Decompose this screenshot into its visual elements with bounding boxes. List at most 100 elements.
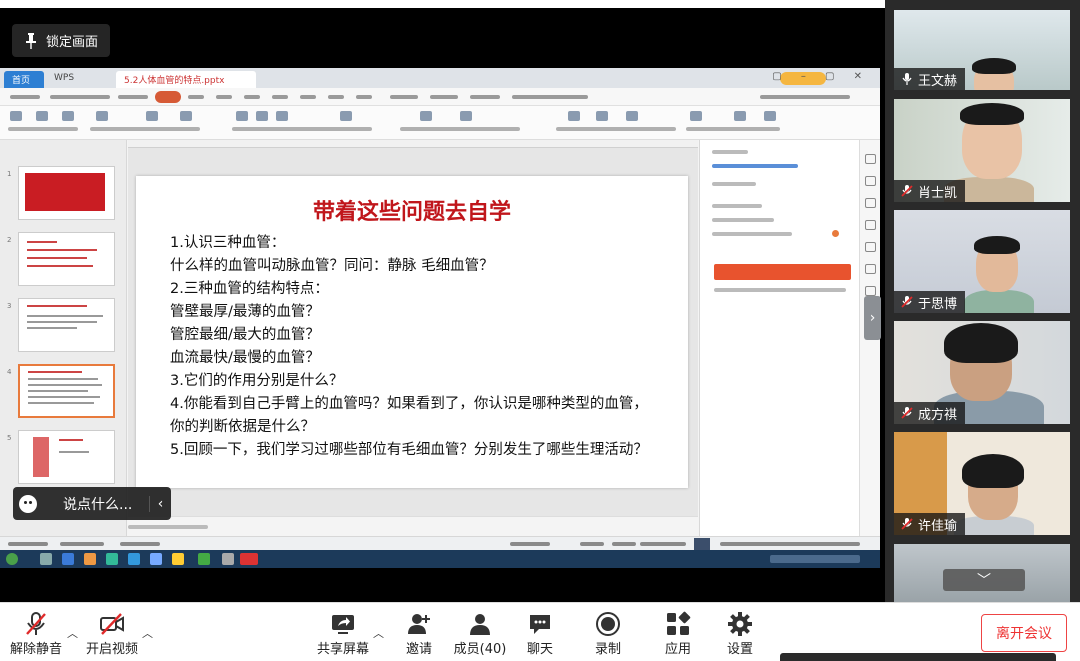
tab-wps[interactable]: WPS	[46, 71, 112, 88]
taskbar-icon[interactable]	[198, 553, 210, 565]
slide-thumbnail-current[interactable]	[18, 364, 115, 418]
cut-icon[interactable]	[36, 111, 48, 121]
menu-item[interactable]	[328, 95, 344, 99]
menu-item[interactable]	[390, 95, 418, 99]
settings-button[interactable]: 设置	[724, 610, 756, 657]
tool-icon[interactable]	[865, 220, 876, 230]
italic-icon[interactable]	[256, 111, 268, 121]
collab-controls[interactable]	[760, 95, 850, 99]
wps-taskbar-icon[interactable]	[240, 553, 258, 565]
start-video-button[interactable]: 开启视频	[84, 610, 140, 657]
pane-link[interactable]	[712, 164, 798, 168]
invite-button[interactable]: 邀请	[402, 610, 436, 657]
layout-icon[interactable]	[180, 111, 192, 121]
taskbar-icon[interactable]	[40, 553, 52, 565]
tool-icon[interactable]	[865, 154, 876, 164]
tool-icon[interactable]	[865, 286, 876, 296]
record-button[interactable]: 录制	[592, 610, 624, 657]
beautify-button[interactable]	[510, 542, 550, 546]
menu-item[interactable]	[118, 95, 148, 99]
chevron-up-icon[interactable]: ︿	[142, 625, 153, 641]
chevron-up-icon[interactable]: ︿	[373, 625, 384, 641]
copy-icon[interactable]	[62, 111, 74, 121]
menu-item[interactable]	[430, 95, 458, 99]
underline-icon[interactable]	[276, 111, 288, 121]
chat-input-bar[interactable]: 说点什么... ‹	[13, 487, 171, 520]
members-button[interactable]: 成员(40)	[452, 610, 508, 657]
participant-video[interactable]: 成方祺	[894, 321, 1070, 424]
textbox-icon[interactable]	[568, 111, 580, 121]
align-icon[interactable]	[420, 111, 432, 121]
menu-item[interactable]	[10, 95, 40, 99]
chat-placeholder[interactable]: 说点什么...	[43, 494, 149, 514]
tab-document[interactable]: 5.2人体血管的特点.pptx	[116, 71, 256, 88]
tool-icon[interactable]	[865, 264, 876, 274]
unmute-button[interactable]: 解除静音	[10, 610, 62, 657]
slide-thumbnail-pane: 1 2 3 4 5	[0, 140, 127, 536]
menu-item[interactable]	[188, 95, 204, 99]
menu-item[interactable]	[470, 95, 500, 99]
search-commands[interactable]	[512, 95, 588, 99]
tool-icon[interactable]	[865, 176, 876, 186]
taskbar-icon[interactable]	[222, 553, 234, 565]
taskbar-icon[interactable]	[84, 553, 96, 565]
participant-video[interactable]: 于思博	[894, 210, 1070, 313]
thumb-line	[28, 371, 82, 373]
bold-icon[interactable]	[236, 111, 248, 121]
chevron-left-icon[interactable]: ‹	[149, 495, 171, 512]
slide-thumbnail[interactable]	[18, 298, 115, 352]
collapse-panel-tab[interactable]: ›	[864, 296, 881, 340]
menu-item[interactable]	[356, 95, 372, 99]
comment-toggle[interactable]	[612, 542, 636, 546]
taskbar-icon[interactable]	[172, 553, 184, 565]
font-size-icon[interactable]	[340, 111, 352, 121]
participant-video[interactable]: 王文赫	[894, 10, 1070, 90]
lock-screen-button[interactable]: 锁定画面	[12, 24, 110, 57]
notes-toggle[interactable]	[580, 542, 604, 546]
quick-access[interactable]	[50, 95, 110, 99]
format-painter-icon[interactable]	[96, 111, 108, 121]
notes-area[interactable]	[128, 516, 698, 536]
slide-thumbnail[interactable]	[18, 166, 115, 220]
slide-thumbnail[interactable]	[18, 232, 115, 286]
taskbar-icon[interactable]	[62, 553, 74, 565]
share-screen-button[interactable]: 共享屏幕	[316, 610, 370, 657]
window-controls[interactable]: ▢ – ▢ ✕	[772, 71, 870, 82]
apps-button[interactable]: 应用	[662, 610, 694, 657]
tool-icon[interactable]	[865, 198, 876, 208]
menu-start-tab[interactable]	[155, 91, 181, 103]
chat-button[interactable]: 聊天	[524, 610, 556, 657]
windows-taskbar	[0, 550, 880, 568]
taskbar-icon[interactable]	[150, 553, 162, 565]
menu-item[interactable]	[300, 95, 316, 99]
tab-home[interactable]: 首页	[4, 71, 44, 88]
menu-item[interactable]	[216, 95, 232, 99]
download-button[interactable]	[714, 264, 851, 280]
menu-item[interactable]	[244, 95, 260, 99]
list-icon[interactable]	[460, 111, 472, 121]
participant-video[interactable]: 许佳瑜	[894, 432, 1070, 535]
chevron-up-icon[interactable]: ︿	[67, 625, 78, 641]
participant-video[interactable]: 肖士凯	[894, 99, 1070, 202]
thumb-number: 1	[7, 170, 12, 178]
menu-item[interactable]	[272, 95, 288, 99]
find-icon[interactable]	[734, 111, 746, 121]
view-buttons[interactable]	[640, 542, 686, 546]
paste-icon[interactable]	[10, 111, 22, 121]
start-icon[interactable]	[6, 553, 18, 565]
new-slide-icon[interactable]	[146, 111, 158, 121]
shape-icon[interactable]	[596, 111, 608, 121]
play-slideshow-button[interactable]	[694, 538, 710, 550]
taskbar-icon[interactable]	[106, 553, 118, 565]
emoji-icon[interactable]	[13, 487, 43, 520]
quick-style-icon[interactable]	[690, 111, 702, 121]
scroll-down-button[interactable]: ﹀	[943, 569, 1025, 591]
select-icon[interactable]	[764, 111, 776, 121]
slide-thumbnail[interactable]	[18, 430, 115, 484]
arrange-icon[interactable]	[626, 111, 638, 121]
zoom-slider[interactable]	[720, 542, 860, 546]
tool-icon[interactable]	[865, 242, 876, 252]
taskbar-icon[interactable]	[128, 553, 140, 565]
leave-meeting-button[interactable]: 离开会议	[981, 614, 1067, 652]
current-slide[interactable]: 带着这些问题去自学 1.认识三种血管： 什么样的血管叫动脉血管？同问：静脉 毛细…	[136, 176, 688, 488]
